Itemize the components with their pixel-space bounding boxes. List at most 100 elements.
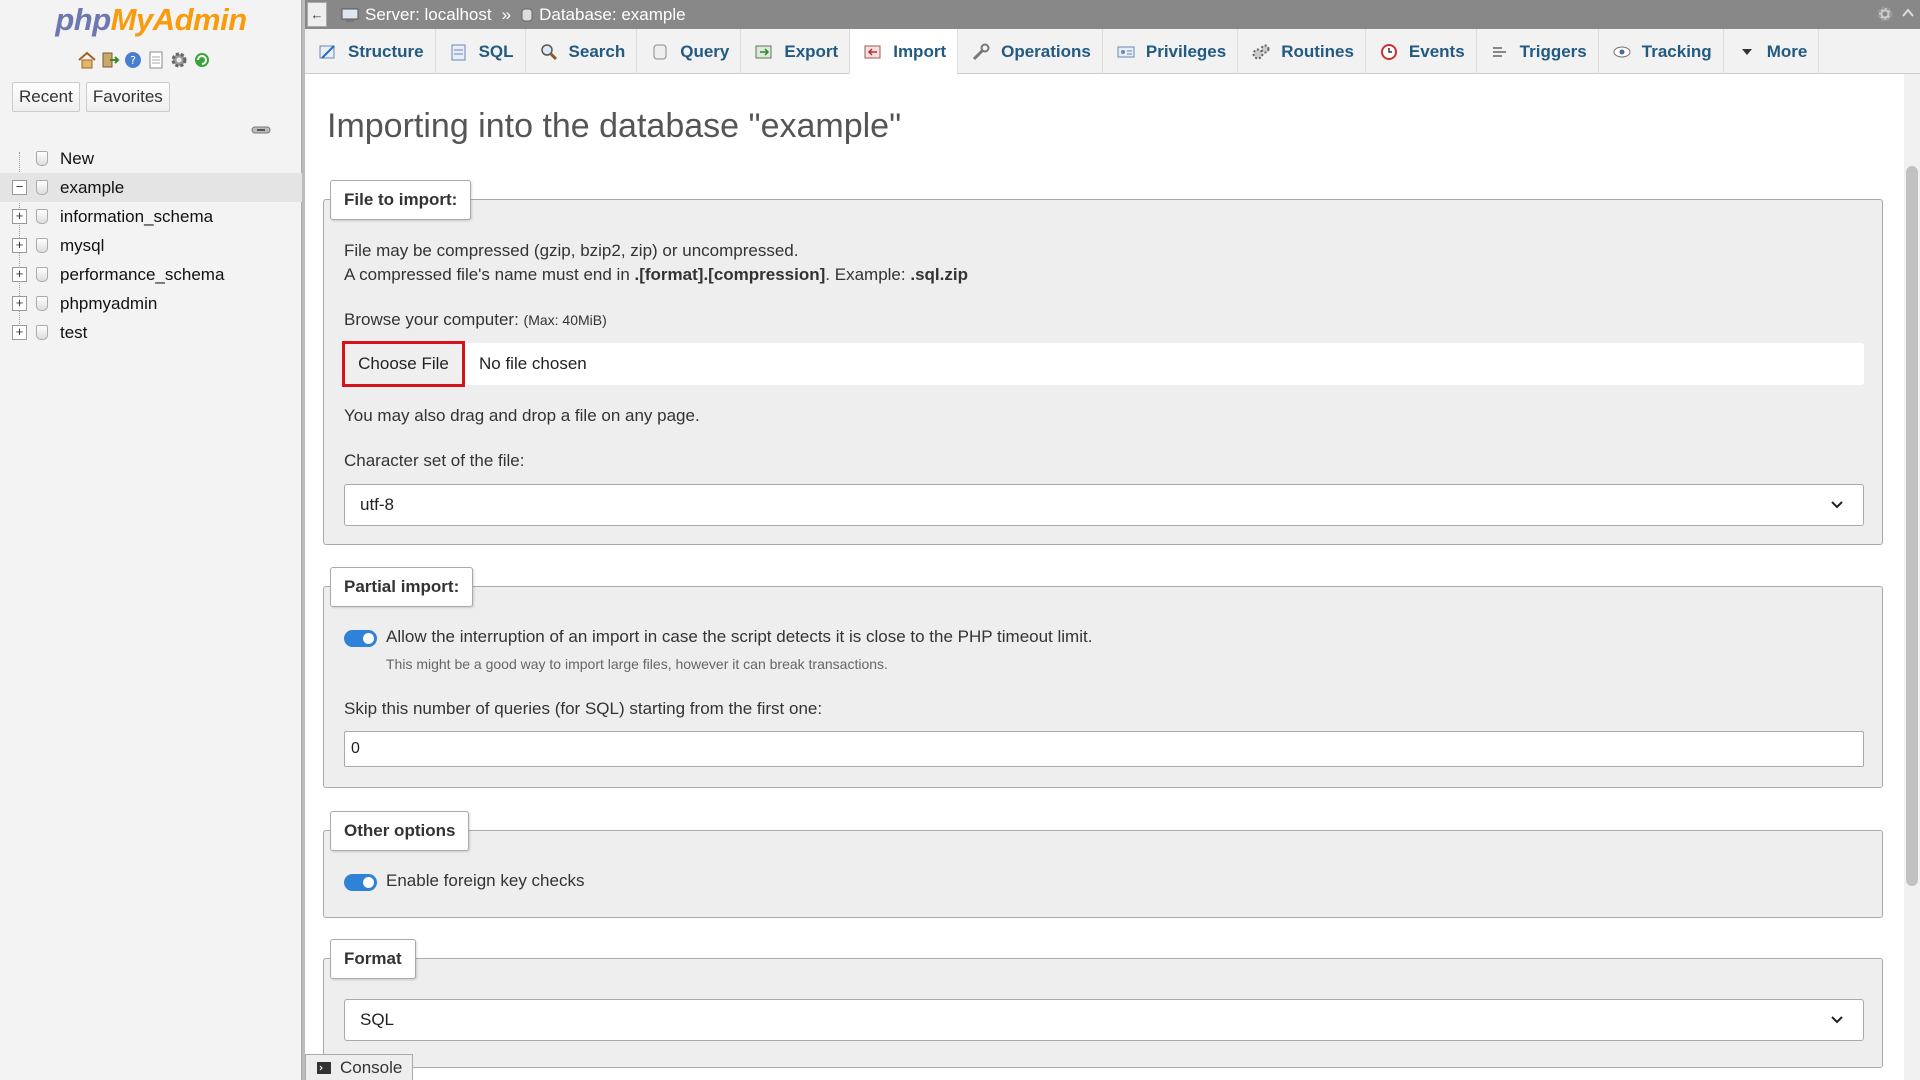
svg-text:?: ? — [130, 54, 136, 67]
page-scrollbar[interactable] — [1904, 74, 1920, 1080]
collapse-icon[interactable]: − — [12, 180, 27, 195]
other-options-fieldset: Other options Enable foreign key checks — [323, 811, 1883, 918]
expand-icon[interactable]: + — [12, 267, 27, 282]
tab-sql[interactable]: SQL — [436, 29, 526, 74]
database-icon — [36, 180, 48, 195]
tree-item-new[interactable]: New — [0, 144, 302, 173]
reload-icon[interactable] — [192, 50, 212, 70]
eye-icon — [1612, 42, 1632, 62]
tab-import[interactable]: Import — [850, 29, 959, 75]
compression-format-note: A compressed file's name must end in .[f… — [344, 265, 968, 284]
compression-note: File may be compressed (gzip, bzip2, zip… — [344, 241, 799, 260]
foreign-key-checks-toggle[interactable] — [344, 874, 377, 891]
tree-item-label: phpmyadmin — [60, 293, 158, 313]
help-icon[interactable]: ? — [123, 50, 143, 70]
logout-icon[interactable] — [100, 50, 120, 70]
breadcrumb-server[interactable]: Server: localhost — [341, 5, 492, 25]
foreign-key-checks-label: Enable foreign key checks — [386, 871, 585, 890]
export-icon — [754, 42, 774, 62]
new-database-icon — [36, 151, 48, 166]
docs-icon[interactable] — [146, 50, 166, 70]
tab-export[interactable]: Export — [741, 29, 851, 74]
database-icon — [36, 325, 48, 340]
breadcrumb: ← Server: localhost » Database: example — [305, 0, 1920, 29]
import-icon — [863, 42, 883, 62]
tree-item-test[interactable]: + test — [0, 318, 302, 347]
back-arrow-icon[interactable]: ← — [307, 2, 327, 27]
fieldset-legend: Other options — [330, 811, 470, 851]
scrollbar-thumb[interactable] — [1906, 166, 1918, 886]
breadcrumb-separator: » — [501, 4, 512, 24]
tree-item-performance-schema[interactable]: + performance_schema — [0, 260, 302, 289]
console-icon — [317, 1061, 331, 1074]
database-icon — [36, 238, 48, 253]
phpmyadmin-logo[interactable]: phpMyAdmin — [0, 2, 302, 38]
tab-more[interactable]: More — [1724, 29, 1820, 74]
nav-tabs: Recent Favorites — [12, 82, 170, 112]
collapse-up-icon[interactable] — [1900, 5, 1916, 26]
tab-events[interactable]: Events — [1366, 29, 1477, 74]
database-icon — [36, 209, 48, 224]
favorites-tab[interactable]: Favorites — [85, 82, 170, 112]
breadcrumb-database[interactable]: Database: example — [521, 5, 686, 25]
clock-icon — [1379, 42, 1399, 62]
database-icon — [521, 8, 533, 21]
tree-item-label: example — [60, 177, 125, 197]
tab-menu: Structure SQL Search Query Export Import… — [305, 29, 1920, 75]
tree-item-phpmyadmin[interactable]: + phpmyadmin — [0, 289, 302, 318]
tab-routines[interactable]: Routines — [1238, 29, 1366, 74]
file-status: No file chosen — [479, 354, 587, 373]
charset-select[interactable]: utf-8 — [344, 484, 1864, 526]
expand-icon[interactable]: + — [12, 296, 27, 311]
choose-file-button[interactable]: Choose File — [342, 341, 465, 387]
wrench-icon — [971, 42, 991, 62]
allow-interrupt-toggle[interactable] — [344, 630, 377, 647]
settings-icon[interactable] — [169, 50, 189, 70]
console-toggle[interactable]: Console — [305, 1054, 414, 1080]
database-tree: New − example + information_schema + mys… — [0, 144, 302, 347]
tab-query[interactable]: Query — [637, 29, 742, 74]
link-icon[interactable] — [251, 120, 271, 140]
tab-search[interactable]: Search — [526, 29, 638, 74]
home-icon[interactable] — [77, 50, 97, 70]
server-icon — [341, 8, 359, 22]
tree-item-mysql[interactable]: + mysql — [0, 231, 302, 260]
tree-item-information-schema[interactable]: + information_schema — [0, 202, 302, 231]
expand-icon[interactable]: + — [12, 209, 27, 224]
tree-item-label: test — [60, 322, 88, 342]
skip-queries-label: Skip this number of queries (for SQL) st… — [344, 699, 823, 718]
tab-triggers[interactable]: Triggers — [1477, 29, 1599, 74]
expand-icon[interactable]: + — [12, 238, 27, 253]
tab-structure[interactable]: Structure — [305, 29, 436, 74]
chevron-down-icon — [1829, 497, 1845, 518]
browse-label: Browse your computer: (Max: 40MiB) — [344, 310, 607, 329]
drag-drop-note: You may also drag and drop a file on any… — [344, 406, 700, 425]
sql-icon — [449, 42, 469, 62]
tree-item-label: mysql — [60, 235, 105, 255]
recent-tab[interactable]: Recent — [12, 82, 80, 112]
query-icon — [650, 42, 670, 62]
file-input[interactable]: Choose File No file chosen — [342, 341, 1864, 387]
page-settings-icon[interactable] — [1876, 5, 1894, 28]
structure-icon — [318, 42, 338, 62]
allow-interrupt-hint: This might be a good way to import large… — [386, 656, 888, 672]
tree-item-label: New — [60, 148, 95, 168]
expand-icon[interactable]: + — [12, 325, 27, 340]
tab-privileges[interactable]: Privileges — [1103, 29, 1239, 74]
fieldset-legend: File to import: — [330, 180, 472, 220]
panel-resizer[interactable] — [302, 0, 305, 1080]
page-title: Importing into the database "example" — [327, 107, 902, 145]
chevron-down-icon — [1737, 42, 1757, 62]
file-to-import-fieldset: File to import: File may be compressed (… — [323, 180, 1883, 545]
format-select[interactable]: SQL — [344, 999, 1864, 1041]
format-fieldset: Format SQL — [323, 939, 1883, 1068]
skip-queries-input[interactable]: 0 — [344, 731, 1864, 767]
tab-operations[interactable]: Operations — [958, 29, 1103, 74]
tab-tracking[interactable]: Tracking — [1599, 29, 1724, 74]
fieldset-legend: Partial import: — [330, 567, 474, 607]
database-icon — [36, 296, 48, 311]
tree-item-example[interactable]: − example — [0, 173, 302, 202]
fieldset-legend: Format — [330, 939, 416, 979]
tree-item-label: performance_schema — [60, 264, 225, 284]
navigation-panel: phpMyAdmin ? Recent Favorites New − exam… — [0, 0, 302, 1080]
